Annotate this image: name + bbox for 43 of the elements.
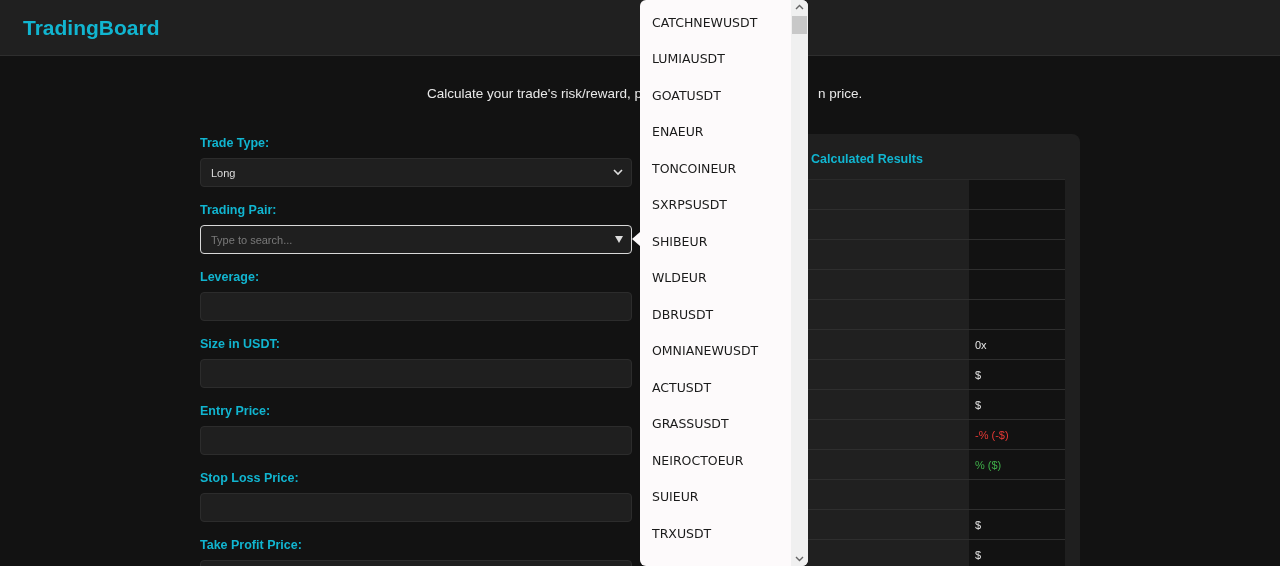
field-label: Leverage:: [200, 269, 261, 285]
dropdown-item[interactable]: ENAEUR: [640, 113, 791, 150]
chevron-down-icon: [613, 169, 623, 176]
field-label: Size in USDT:: [200, 336, 281, 352]
table-cell: 0x: [969, 330, 1065, 360]
dropdown-item[interactable]: SUIEUR: [640, 478, 791, 515]
trading-pair-search-field[interactable]: Type to search...: [200, 225, 632, 254]
table-cell: % ($): [969, 450, 1065, 480]
table-cell: $: [969, 390, 1065, 420]
results-title: Calculated Results: [811, 152, 923, 166]
dropdown-item[interactable]: WLDEUR: [640, 259, 791, 296]
dropdown-item[interactable]: TRXUSDT: [640, 515, 791, 552]
input-field[interactable]: [200, 493, 632, 522]
input-field[interactable]: [200, 359, 632, 388]
dropdown-item[interactable]: GOATUSDT: [640, 77, 791, 114]
field-label: Take Profit Price:: [200, 537, 303, 553]
scroll-thumb[interactable]: [792, 16, 807, 34]
dropdown-item[interactable]: SXRPSUSDT: [640, 186, 791, 223]
dropdown-triangle-icon: [615, 236, 623, 243]
table-cell: $: [969, 360, 1065, 390]
trade-type-select[interactable]: Long: [200, 158, 632, 187]
field-label: Stop Loss Price:: [200, 470, 300, 486]
subtitle-text: n price.: [817, 85, 863, 101]
search-input[interactable]: Type to search...: [211, 233, 615, 246]
field-label: Trade Type:: [200, 135, 271, 151]
field-label: Entry Price:: [200, 403, 272, 419]
dropdown-item[interactable]: OMNIANEWUSDT: [640, 332, 791, 369]
dropdown-item[interactable]: SHIBEUR: [640, 223, 791, 260]
dropdown-item[interactable]: DBRUSDT: [640, 296, 791, 333]
logo[interactable]: TradingBoard: [23, 15, 160, 40]
input-field[interactable]: [200, 292, 632, 321]
table-cell: $: [969, 540, 1065, 566]
field-label: Trading Pair:: [200, 202, 278, 218]
dropdown-item[interactable]: LUMIAUSDT: [640, 40, 791, 77]
dropdown-item[interactable]: TONCOINEUR: [640, 150, 791, 187]
dropdown-item[interactable]: ACTUSDT: [640, 369, 791, 406]
scrollbar[interactable]: [791, 0, 808, 566]
dropdown-item[interactable]: NEIROCTOEUR: [640, 442, 791, 479]
dropdown-item[interactable]: CATCHNEWUSDT: [640, 4, 791, 41]
dropdown-item[interactable]: GRASSUSDT: [640, 405, 791, 442]
table-cell: -% (-$): [969, 420, 1065, 450]
input-field[interactable]: [200, 426, 632, 455]
table-cell: $: [969, 510, 1065, 540]
